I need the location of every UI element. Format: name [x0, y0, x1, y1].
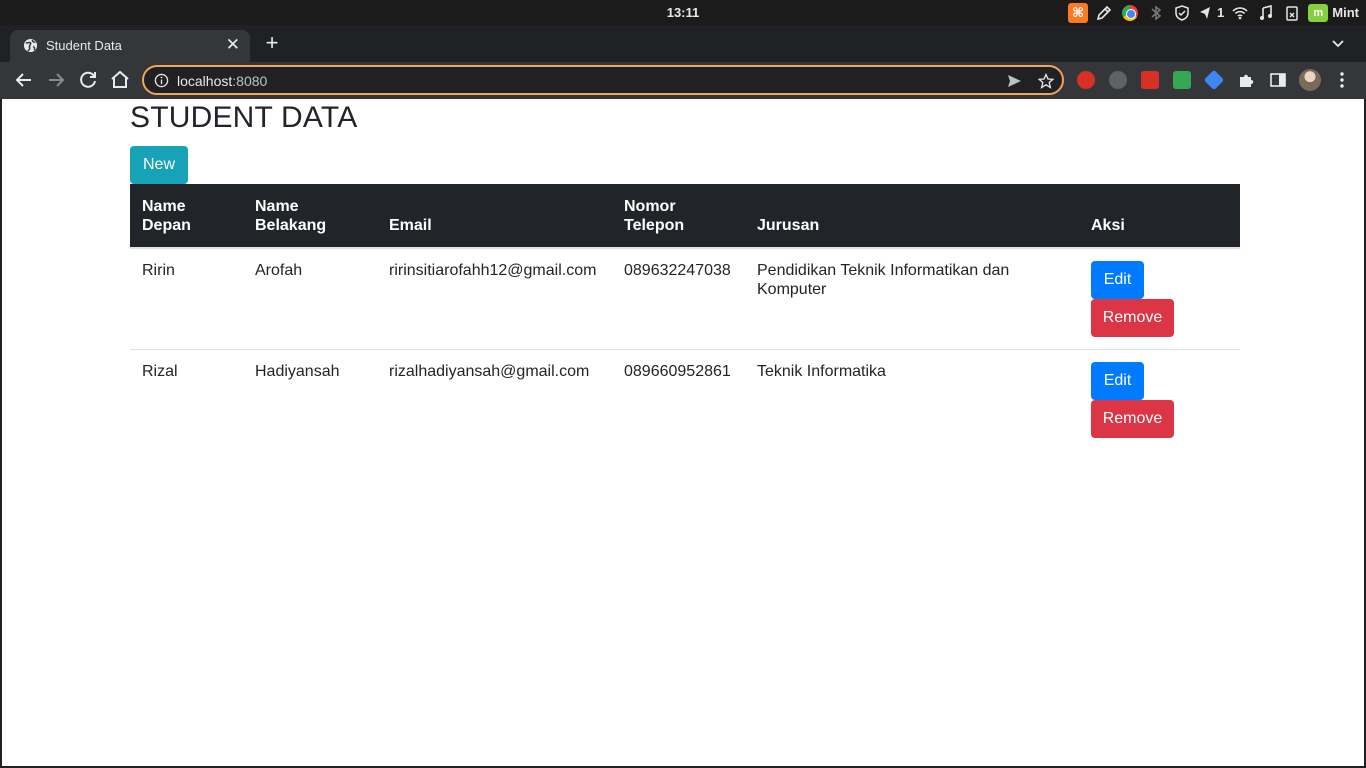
cell-email: rizalhadiyansah@gmail.com — [389, 363, 590, 380]
diamond-extension-icon[interactable] — [1203, 69, 1225, 91]
bluetooth-icon[interactable] — [1143, 0, 1169, 25]
browser-toolbar: localhost:8080 — [0, 62, 1366, 99]
mint-logo-icon: m — [1308, 3, 1329, 22]
header-major: Jurusan — [745, 184, 1079, 249]
browser-tab-strip: Student Data ✕ + — [0, 25, 1366, 62]
color-picker-icon[interactable] — [1091, 0, 1117, 25]
sheets-extension-icon[interactable] — [1173, 71, 1191, 89]
cell-phone: 089660952861 — [624, 363, 731, 380]
mint-menu-label: Mint — [1332, 5, 1359, 20]
clipboard-icon[interactable] — [1279, 0, 1305, 25]
chevron-down-icon[interactable] — [1330, 35, 1346, 51]
header-email: Email — [377, 184, 612, 249]
notification-icon[interactable]: 1 — [1195, 0, 1227, 25]
send-icon[interactable] — [1006, 73, 1022, 89]
forward-arrow-icon[interactable] — [44, 68, 68, 92]
cell-last-name: Hadiyansah — [255, 363, 340, 380]
home-icon[interactable] — [108, 68, 132, 92]
header-first-name: Name Depan — [130, 184, 243, 249]
side-panel-icon[interactable] — [1269, 71, 1287, 89]
cell-phone: 089632247038 — [612, 248, 745, 350]
url-host: localhost — [177, 73, 233, 89]
shield-update-icon[interactable] — [1169, 0, 1195, 25]
address-bar[interactable]: localhost:8080 — [142, 65, 1064, 95]
page-viewport: STUDENT DATA New Name Depan Name Belakang … — [0, 99, 1366, 768]
edit-button[interactable]: Edit — [1091, 261, 1144, 299]
remove-button[interactable]: Remove — [1091, 400, 1174, 438]
reload-icon[interactable] — [76, 68, 100, 92]
header-phone: Nomor Telepon — [612, 184, 745, 249]
notification-count: 1 — [1217, 5, 1225, 20]
extensions-puzzle-icon[interactable] — [1237, 71, 1255, 89]
cell-actions: Edit Remove — [1079, 350, 1240, 451]
tab-student-data[interactable]: Student Data ✕ — [10, 30, 250, 62]
more-menu-icon[interactable] — [1335, 70, 1349, 90]
new-tab-button[interactable]: + — [262, 32, 282, 54]
wifi-icon[interactable] — [1227, 0, 1253, 25]
cell-actions: Edit Remove — [1079, 248, 1240, 350]
mint-menu-button[interactable]: m Mint — [1305, 0, 1362, 25]
system-tray: ⌘ 1 m Mint — [1065, 0, 1362, 25]
cell-major: Pendidikan Teknik Informatikan dan Kompu… — [745, 248, 1079, 350]
cell-first-name: Rizal — [142, 363, 178, 380]
sound-icon[interactable] — [1253, 0, 1279, 25]
edit-button[interactable]: Edit — [1091, 362, 1144, 400]
table-row: Rizal Hadiyansah rizalhadiyansah@gmail.c… — [130, 350, 1240, 451]
m-extension-icon[interactable] — [1141, 71, 1159, 89]
header-last-name: Name Belakang — [243, 184, 377, 249]
page-title: STUDENT DATA — [130, 101, 358, 134]
cell-first-name: Ririn — [130, 248, 243, 350]
profile-avatar[interactable] — [1299, 69, 1321, 91]
spy-glasses-extension-icon[interactable] — [1109, 71, 1127, 89]
url-port: :8080 — [232, 73, 268, 89]
cell-major: Teknik Informatika — [757, 363, 886, 380]
student-table: Name Depan Name Belakang Email Nomor Telepo… — [130, 184, 1240, 451]
os-top-panel: 13:11 ⌘ 1 m Mint — [0, 0, 1366, 25]
tab-title: Student Data — [46, 38, 122, 53]
back-arrow-icon[interactable] — [12, 68, 36, 92]
table-row: Ririn Arofah ririnsitiarofahh12@gmail.co… — [130, 248, 1240, 350]
table-header: Name Depan Name Belakang Email Nomor Telepo… — [130, 184, 1240, 249]
close-tab-icon[interactable]: ✕ — [226, 36, 240, 54]
bookmark-star-icon[interactable] — [1038, 73, 1054, 89]
url-text: localhost:8080 — [177, 73, 267, 89]
adblock-extension-icon[interactable] — [1077, 71, 1095, 89]
chrome-tray-icon[interactable] — [1117, 0, 1143, 25]
cell-last-name: Arofah — [243, 248, 377, 350]
cell-email: ririnsitiarofahh12@gmail.com — [377, 248, 612, 350]
header-action: Aksi — [1079, 184, 1240, 249]
info-icon[interactable] — [154, 73, 169, 88]
globe-icon — [23, 38, 38, 53]
xampp-icon[interactable]: ⌘ — [1065, 0, 1091, 25]
new-student-button[interactable]: New — [130, 146, 188, 184]
remove-button[interactable]: Remove — [1091, 299, 1174, 337]
